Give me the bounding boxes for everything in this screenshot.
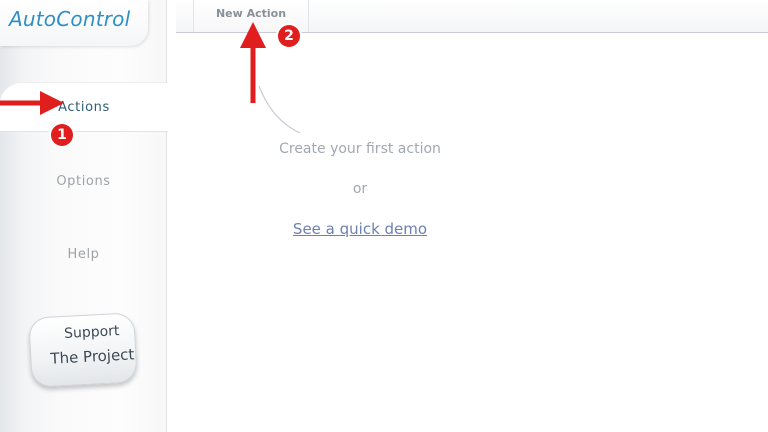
annotation-badge-1: 1 (51, 124, 73, 146)
empty-state-title: Create your first action (279, 141, 441, 157)
support-project-button[interactable]: Support The Project (28, 312, 138, 388)
tab-bar: New Action (176, 0, 768, 33)
tab-label: New Action (215, 7, 287, 20)
sidebar-item-label: Options (56, 173, 111, 189)
app-logo: AutoControl (0, 0, 148, 46)
sidebar: AutoControl Actions Options Help Support… (0, 0, 168, 432)
sidebar-item-label: Actions (58, 99, 110, 115)
sidebar-item-actions[interactable]: Actions (0, 82, 168, 132)
support-button-label-line2: The Project (49, 345, 135, 368)
sidebar-item-label: Help (67, 246, 100, 262)
support-button-label-line1: Support (63, 323, 120, 342)
sidebar-item-options[interactable]: Options (0, 156, 167, 206)
app-title: AutoControl (9, 7, 131, 31)
sidebar-item-help[interactable]: Help (0, 229, 167, 279)
empty-state-or: or (352, 181, 368, 197)
annotation-badge-2: 2 (278, 25, 300, 47)
arrow-up-icon (240, 22, 266, 103)
hint-curve (258, 85, 301, 134)
quick-demo-link[interactable]: See a quick demo (290, 220, 430, 238)
